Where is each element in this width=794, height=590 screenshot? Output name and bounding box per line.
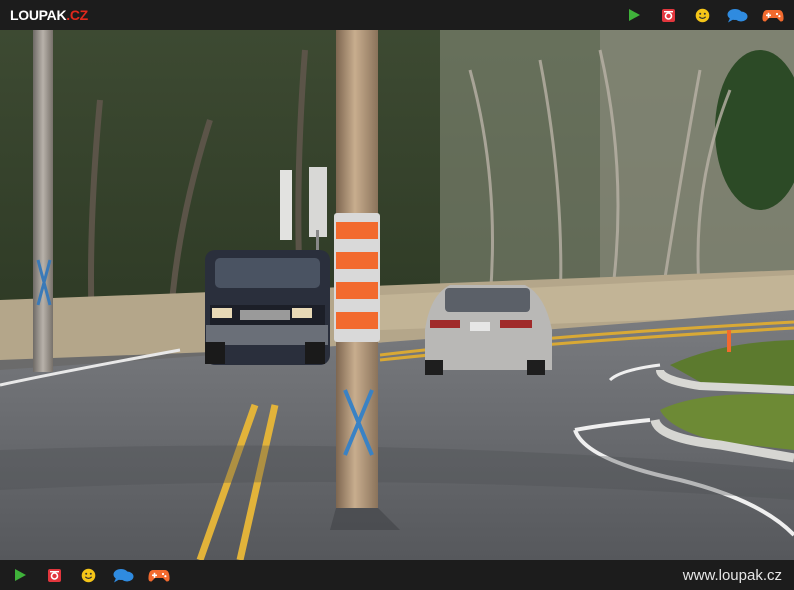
chat-icon[interactable] [112,565,134,585]
gamepad-icon[interactable] [148,565,170,585]
instagram-icon[interactable] [44,565,64,585]
gamepad-icon[interactable] [762,5,784,25]
road-scene-image [0,30,794,560]
chat-icon[interactable] [726,5,748,25]
bottom-icon-group [10,565,170,585]
instagram-icon[interactable] [658,5,678,25]
logo-main: LOUPAK [10,7,67,23]
photo-road-utility-pole [0,30,794,560]
left-utility-pole [33,30,53,372]
top-icon-group [624,5,784,25]
dark-suv [205,250,330,365]
play-icon[interactable] [10,565,30,585]
site-url[interactable]: www.loupak.cz [683,567,782,584]
reflective-marker-sign [334,213,380,342]
silver-sedan [425,285,552,375]
bottom-bar: www.loupak.cz [0,560,794,590]
top-bar: LOUPAK. CZ [0,0,794,30]
smiley-icon[interactable] [78,565,98,585]
smiley-icon[interactable] [692,5,712,25]
play-icon[interactable] [624,5,644,25]
site-logo[interactable]: LOUPAK. CZ [10,7,88,23]
logo-tld: CZ [69,7,88,23]
